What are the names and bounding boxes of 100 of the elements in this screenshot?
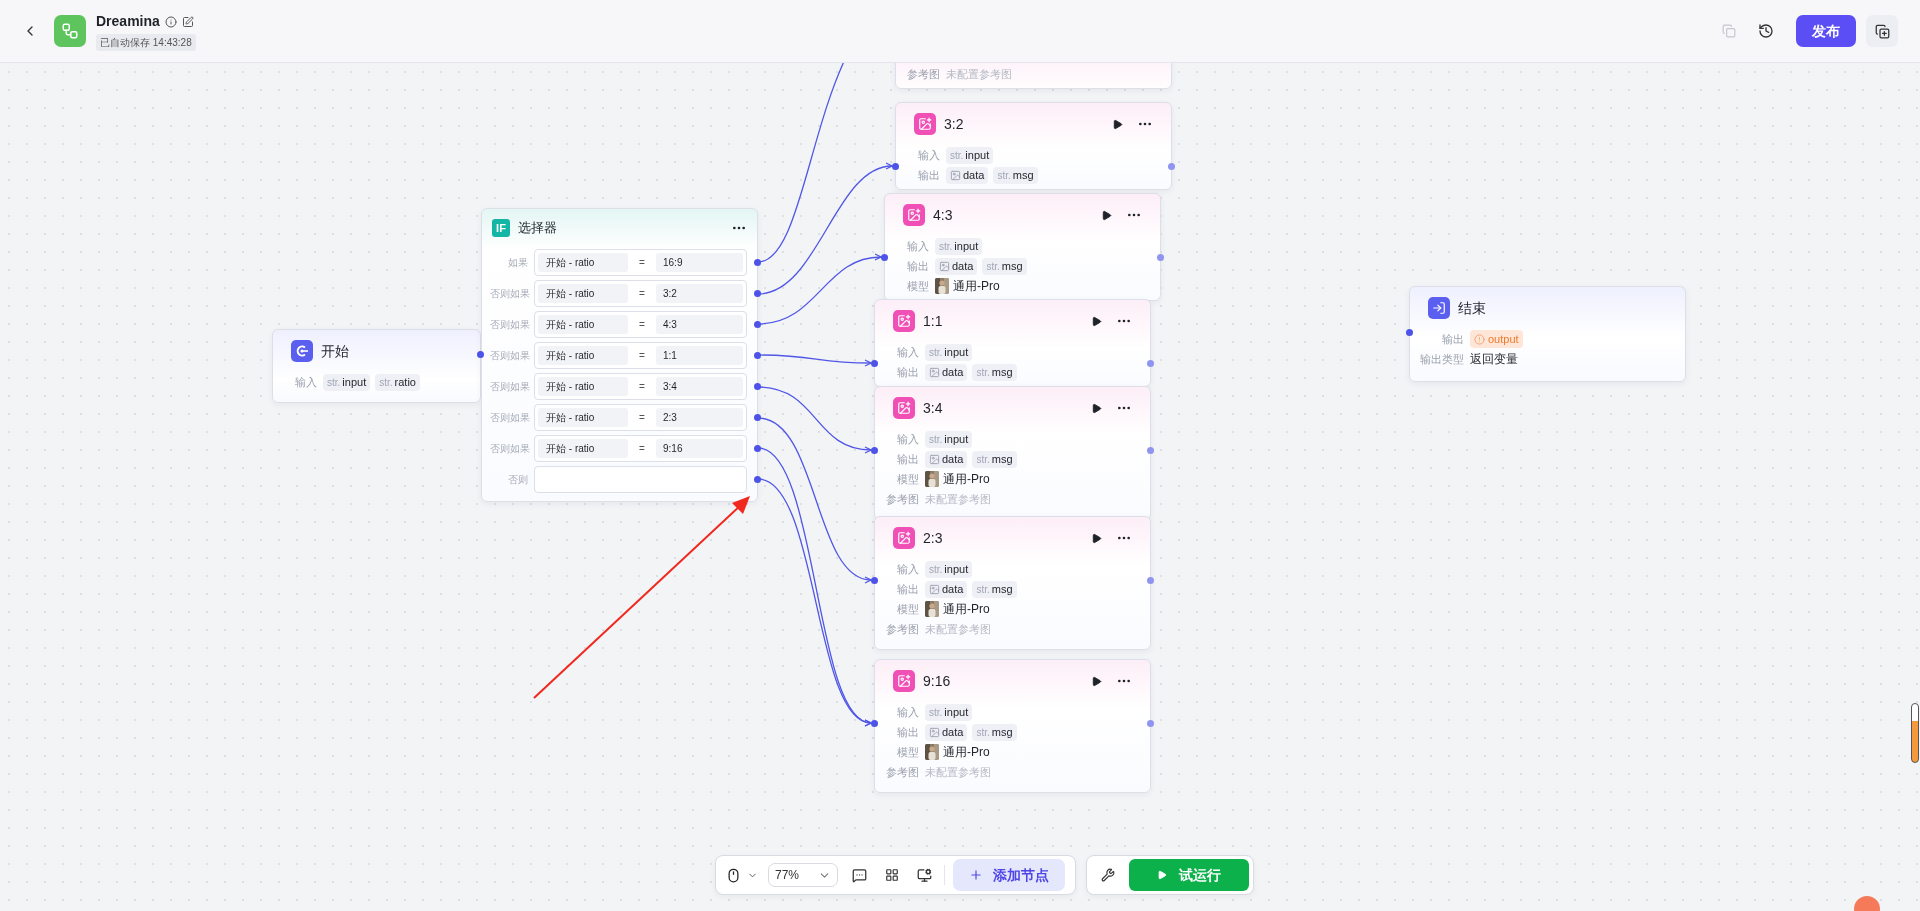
condition-label: 如果: [507, 256, 528, 270]
connection-handle[interactable]: [1406, 329, 1413, 336]
variable-field[interactable]: 开始 - ratio: [538, 408, 628, 427]
connection-handle[interactable]: [871, 720, 878, 727]
zoom-select[interactable]: 77%: [768, 863, 838, 887]
condition-box[interactable]: 开始 - ratio = 3:4: [534, 373, 747, 400]
field-label: 输入: [917, 147, 940, 163]
connection-handle[interactable]: [1147, 577, 1154, 584]
comment-icon[interactable]: [852, 867, 867, 883]
node-title: 开始: [321, 341, 350, 361]
value-field[interactable]: 3:4: [656, 377, 743, 396]
variable-name: data: [952, 258, 974, 274]
run-icon[interactable]: [1101, 209, 1112, 221]
info-icon[interactable]: [164, 15, 177, 28]
operator-text: =: [638, 318, 646, 332]
connection-handle[interactable]: [871, 577, 878, 584]
variable-name: data: [963, 167, 985, 183]
variable-field[interactable]: 开始 - ratio: [538, 377, 628, 396]
condition-box[interactable]: 开始 - ratio = 16:9: [534, 249, 747, 276]
condition-box[interactable]: 开始 - ratio = 2:3: [534, 404, 747, 431]
edit-icon[interactable]: [181, 15, 194, 28]
variable-field[interactable]: 开始 - ratio: [538, 439, 628, 458]
history-icon[interactable]: [1758, 23, 1774, 39]
connection-handle[interactable]: [892, 163, 899, 170]
condition-label: 否则: [507, 473, 528, 487]
variable-field[interactable]: 开始 - ratio: [538, 253, 628, 272]
variable-name: output: [1488, 331, 1519, 347]
field-label: 参考图: [885, 621, 919, 637]
condition-box[interactable]: 开始 - ratio = 4:3: [534, 311, 747, 338]
variable-name: input: [944, 704, 969, 720]
field-value: 返回变量: [1470, 351, 1518, 368]
side-handle-icon[interactable]: [1911, 703, 1919, 763]
model-name: 通用-Pro: [943, 471, 990, 488]
publish-button[interactable]: 发布: [1796, 15, 1856, 47]
image-node-card[interactable]: 3:4 输入 str. input 输出 data str. msg 模型 通用-Pro 参考图 未配置参考图: [874, 386, 1151, 520]
type-tag: str.: [327, 374, 341, 390]
type-tag: str.: [976, 451, 990, 467]
value-field[interactable]: 1:1: [656, 346, 743, 365]
field-label: 模型: [896, 471, 919, 487]
connection-handle[interactable]: [754, 321, 761, 328]
variable-field[interactable]: 开始 - ratio: [538, 346, 628, 365]
wrench-icon[interactable]: [1101, 868, 1115, 882]
type-tag: str.: [976, 724, 990, 740]
value-field[interactable]: 2:3: [656, 408, 743, 427]
field-label: 参考图: [885, 491, 919, 507]
connection-handle[interactable]: [754, 259, 761, 266]
autosave-status: 已自动保存 14:43:28: [96, 34, 196, 51]
connection-handle[interactable]: [477, 351, 484, 358]
connection-handle[interactable]: [754, 352, 761, 359]
run-icon[interactable]: [1112, 118, 1123, 130]
condition-box[interactable]: 开始 - ratio = 9:16: [534, 435, 747, 462]
screen-icon[interactable]: [917, 867, 932, 883]
selector-node-card[interactable]: IF 选择器 如果 开始 - ratio = 16:9 否则如果 开始 - ratio = 3:2 否则如果 开始 - ratio = 4:3 否则如果 开始 - ratio = 1:1 否则如果 开始 - ratio = 3:4 否则如果 开始 - ratio = 2:3 否则如果 开始 - ratio = 9:16 否则: [481, 208, 758, 502]
condition-label: 否则如果: [490, 349, 528, 363]
connection-handle[interactable]: [754, 290, 761, 297]
connection-handle[interactable]: [1147, 360, 1154, 367]
run-icon[interactable]: [1091, 315, 1102, 327]
connection-handle[interactable]: [754, 414, 761, 421]
condition-box[interactable]: 开始 - ratio = 3:2: [534, 280, 747, 307]
image-node-icon: [893, 310, 915, 332]
window-button[interactable]: [1866, 15, 1898, 47]
layout-icon[interactable]: [885, 868, 899, 882]
variable-field[interactable]: 开始 - ratio: [538, 284, 628, 303]
variable-name: input: [342, 374, 367, 390]
image-node-card[interactable]: 3:2 输入 str. input 输出 data str. msg: [895, 102, 1172, 190]
operator-text: =: [638, 287, 646, 301]
connection-handle[interactable]: [1147, 720, 1154, 727]
value-field[interactable]: 16:9: [656, 253, 743, 272]
condition-badge: IF: [492, 219, 510, 237]
connection-handle[interactable]: [1157, 254, 1164, 261]
image-node-card[interactable]: 4:3 输入 str. input 输出 data str. msg 模型 通用-Pro: [884, 193, 1161, 301]
connection-handle[interactable]: [754, 445, 761, 452]
add-node-button[interactable]: 添加节点: [953, 859, 1065, 891]
connection-handle[interactable]: [881, 254, 888, 261]
field-label: 参考图: [885, 764, 919, 780]
condition-label: 否则如果: [490, 287, 528, 301]
connection-handle[interactable]: [871, 360, 878, 367]
image-node-card[interactable]: 1:1 输入 str. input 输出 data str. msg: [874, 299, 1151, 387]
condition-box[interactable]: 开始 - ratio = 1:1: [534, 342, 747, 369]
run-icon[interactable]: [1091, 532, 1102, 544]
image-node-card[interactable]: 9:16 输入 str. input 输出 data str. msg 模型 通用-Pro 参考图 未配置参考图: [874, 659, 1151, 793]
connection-handle[interactable]: [871, 447, 878, 454]
image-node-icon: [903, 204, 925, 226]
connection-handle[interactable]: [754, 476, 761, 483]
variable-field[interactable]: 开始 - ratio: [538, 315, 628, 334]
variable-name: input: [965, 147, 990, 163]
value-field[interactable]: 4:3: [656, 315, 743, 334]
run-icon[interactable]: [1091, 675, 1102, 687]
connection-handle[interactable]: [754, 383, 761, 390]
type-tag: str.: [929, 704, 943, 720]
value-field[interactable]: 3:2: [656, 284, 743, 303]
mouse-icon[interactable]: [726, 867, 741, 883]
connection-handle[interactable]: [1168, 163, 1175, 170]
value-field[interactable]: 9:16: [656, 439, 743, 458]
end-node-card[interactable]: 结束 输出 output 输出类型 返回变量: [1409, 286, 1686, 382]
run-icon[interactable]: [1091, 402, 1102, 414]
image-node-card[interactable]: 2:3 输入 str. input 输出 data str. msg 模型 通用-Pro 参考图 未配置参考图: [874, 516, 1151, 650]
start-node-card[interactable]: 开始 输入 str. input str. ratio: [272, 329, 481, 403]
operator-text: =: [638, 442, 646, 456]
connection-handle[interactable]: [1147, 447, 1154, 454]
